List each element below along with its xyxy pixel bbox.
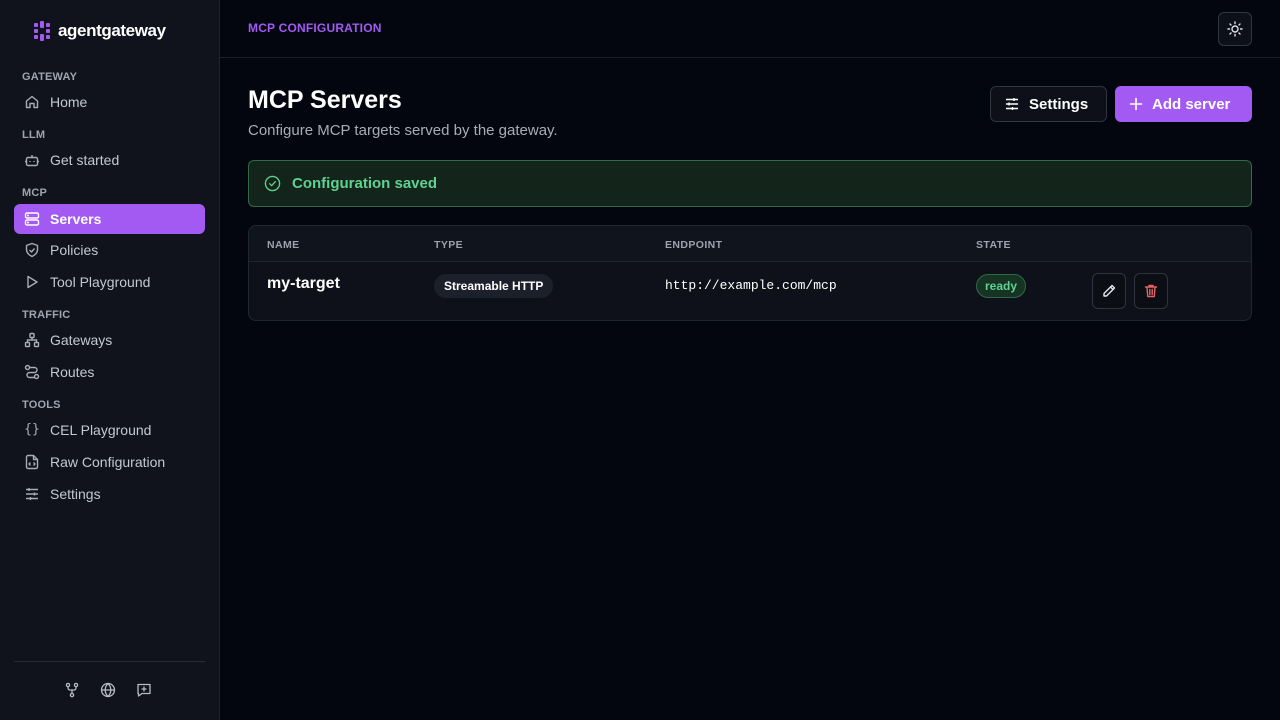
edit-button[interactable] <box>1092 273 1126 309</box>
sidebar-item-label: Home <box>50 94 88 110</box>
nav-group-llm: LLM <box>22 129 46 141</box>
alert-message: Configuration saved <box>292 175 438 192</box>
message-plus-icon[interactable] <box>136 682 152 698</box>
pencil-icon <box>1103 284 1116 297</box>
agentgateway-logo-icon <box>34 21 50 41</box>
play-icon <box>27 275 38 289</box>
home-icon <box>25 95 39 109</box>
column-header-name[interactable]: NAME <box>267 239 300 251</box>
sidebar-footer <box>64 682 152 698</box>
column-header-state[interactable]: STATE <box>976 239 1011 251</box>
shield-icon <box>25 242 39 258</box>
page-title: MCP Servers <box>248 86 402 114</box>
sun-icon <box>1227 21 1243 37</box>
sidebar-item-label: Settings <box>50 486 101 502</box>
sidebar-item-get-started[interactable]: Get started <box>14 145 205 175</box>
table-header: NAME TYPE ENDPOINT STATE <box>249 226 1251 262</box>
sidebar-item-label: Servers <box>50 211 102 227</box>
settings-button-label: Settings <box>1029 95 1089 113</box>
sidebar-divider <box>14 661 205 662</box>
server-endpoint: http://example.com/mcp <box>665 278 837 293</box>
success-alert: Configuration saved <box>248 160 1252 207</box>
sidebar-item-cel-playground[interactable]: {} CEL Playground <box>14 415 205 445</box>
sidebar-item-label: Raw Configuration <box>50 454 166 470</box>
sidebar-item-tool-playground[interactable]: Tool Playground <box>14 267 205 297</box>
sidebar-item-label: Get started <box>50 152 120 168</box>
nav-group-traffic: TRAFFIC <box>22 309 71 321</box>
table-row[interactable]: my-target Streamable HTTP http://example… <box>249 262 1251 320</box>
sidebar-item-settings[interactable]: Settings <box>14 479 205 509</box>
network-icon <box>24 332 40 348</box>
server-icon <box>24 212 40 226</box>
sliders-icon <box>26 488 38 500</box>
sidebar-item-home[interactable]: Home <box>14 87 205 117</box>
servers-table: NAME TYPE ENDPOINT STATE my-target Strea… <box>248 225 1252 321</box>
status-badge: ready <box>976 274 1027 298</box>
nav-group-gateway: GATEWAY <box>22 71 78 83</box>
brand-logo[interactable]: agentgateway <box>33 21 166 41</box>
check-circle-icon <box>264 175 281 192</box>
sidebar-item-label: Policies <box>50 242 99 258</box>
nav-group-tools: TOOLS <box>22 399 61 411</box>
sidebar: agentgateway GATEWAY Home LLM Get starte… <box>0 0 220 720</box>
add-server-button-label: Add server <box>1152 95 1231 113</box>
sidebar-item-policies[interactable]: Policies <box>14 235 205 265</box>
file-code-icon <box>25 454 39 470</box>
plus-icon <box>1129 97 1143 111</box>
sidebar-item-routes[interactable]: Routes <box>14 357 205 387</box>
nav-group-mcp: MCP <box>22 187 48 199</box>
trash-icon <box>1144 284 1158 298</box>
git-fork-icon[interactable] <box>64 682 80 698</box>
sidebar-item-raw-configuration[interactable]: Raw Configuration <box>14 447 205 477</box>
add-server-button[interactable]: Add server <box>1115 86 1252 122</box>
braces-icon: {} <box>24 422 40 437</box>
column-header-endpoint[interactable]: ENDPOINT <box>665 239 722 251</box>
brand-name: agentgateway <box>58 21 166 40</box>
type-badge: Streamable HTTP <box>434 274 554 298</box>
sidebar-item-label: CEL Playground <box>50 422 152 438</box>
sliders-icon <box>1006 98 1018 110</box>
top-bar: MCP CONFIGURATION <box>220 0 1280 58</box>
theme-toggle-button[interactable] <box>1218 12 1252 46</box>
delete-button[interactable] <box>1134 273 1168 309</box>
route-icon <box>24 364 40 380</box>
sidebar-item-label: Tool Playground <box>50 274 151 290</box>
sidebar-item-servers[interactable]: Servers <box>14 204 205 234</box>
settings-button[interactable]: Settings <box>990 86 1107 122</box>
bot-icon <box>25 155 39 167</box>
breadcrumb: MCP CONFIGURATION <box>248 21 382 35</box>
sidebar-item-gateways[interactable]: Gateways <box>14 325 205 355</box>
sidebar-item-label: Routes <box>50 364 95 380</box>
page-subtitle: Configure MCP targets served by the gate… <box>248 122 558 139</box>
server-name: my-target <box>267 275 340 292</box>
globe-icon[interactable] <box>100 682 116 698</box>
column-header-type[interactable]: TYPE <box>434 239 463 251</box>
sidebar-item-label: Gateways <box>50 332 113 348</box>
